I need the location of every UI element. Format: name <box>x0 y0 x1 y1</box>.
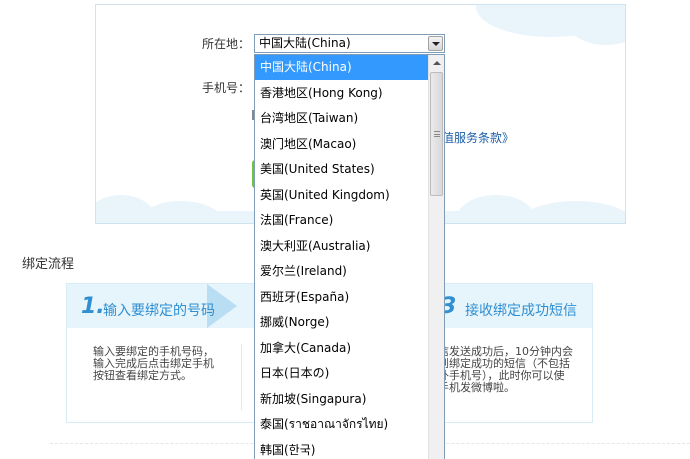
location-label: 所在地： <box>202 37 251 51</box>
country-option[interactable]: 西班牙(España) <box>255 285 429 310</box>
step-3-desc-line: 用手机发微博啦。 <box>427 381 515 394</box>
step-divider <box>241 344 242 410</box>
country-option[interactable]: 爱尔兰(Ireland) <box>255 259 429 284</box>
scroll-up-icon[interactable] <box>429 55 444 71</box>
phone-label: 手机号： <box>202 81 251 95</box>
country-option[interactable]: 美国(United States) <box>255 157 429 182</box>
grip-icon <box>434 131 440 137</box>
country-option[interactable]: 法国(France) <box>255 208 429 233</box>
step-1-desc-line: 按钮查看绑定方式。 <box>93 369 192 382</box>
country-option[interactable]: 台湾地区(Taiwan) <box>255 106 429 131</box>
cloud-decoration <box>566 5 625 45</box>
step-1-title: 输入要绑定的号码 <box>103 303 215 319</box>
dropdown-scrollbar[interactable] <box>428 55 444 459</box>
country-option[interactable]: 香港地区(Hong Kong) <box>255 81 429 106</box>
service-terms-link[interactable]: 值服务条款》 <box>442 129 514 146</box>
country-option[interactable]: 新加坡(Singapura) <box>255 387 429 412</box>
chevron-down-icon[interactable] <box>428 36 443 51</box>
scrollbar-thumb[interactable] <box>430 72 443 196</box>
country-dropdown-list[interactable]: 中国大陆(China) 香港地区(Hong Kong) 台湾地区(Taiwan)… <box>254 54 445 459</box>
country-option[interactable]: 澳大利亚(Australia) <box>255 234 429 259</box>
country-select[interactable]: 中国大陆(China) <box>254 34 445 53</box>
step-3-title: 接收绑定成功短信 <box>465 303 577 319</box>
country-option[interactable]: 泰国(ราชอาณาจักรไทย) <box>255 412 429 437</box>
step-1-description: 输入要绑定的手机号码， 输入完成后点击绑定手机 按钮查看绑定方式。 <box>93 346 214 382</box>
bind-flow-title: 绑定流程 <box>22 257 75 272</box>
country-option[interactable]: 澳门地区(Macao) <box>255 132 429 157</box>
country-option[interactable]: 加拿大(Canada) <box>255 336 429 361</box>
step-3-description: 短信发送成功后，10分钟内会 收到绑定成功的短信（不包括 海外手机号），此时你可… <box>427 346 573 394</box>
country-option[interactable]: 日本(日本の) <box>255 361 429 386</box>
step-1-number: 1. <box>81 294 105 319</box>
country-option[interactable]: 韩国(한국) <box>255 438 429 459</box>
country-option[interactable]: 英国(United Kingdom) <box>255 183 429 208</box>
country-option[interactable]: 挪威(Norge) <box>255 310 429 335</box>
country-option[interactable]: 中国大陆(China) <box>255 55 429 80</box>
country-select-value: 中国大陆(China) <box>259 36 351 50</box>
